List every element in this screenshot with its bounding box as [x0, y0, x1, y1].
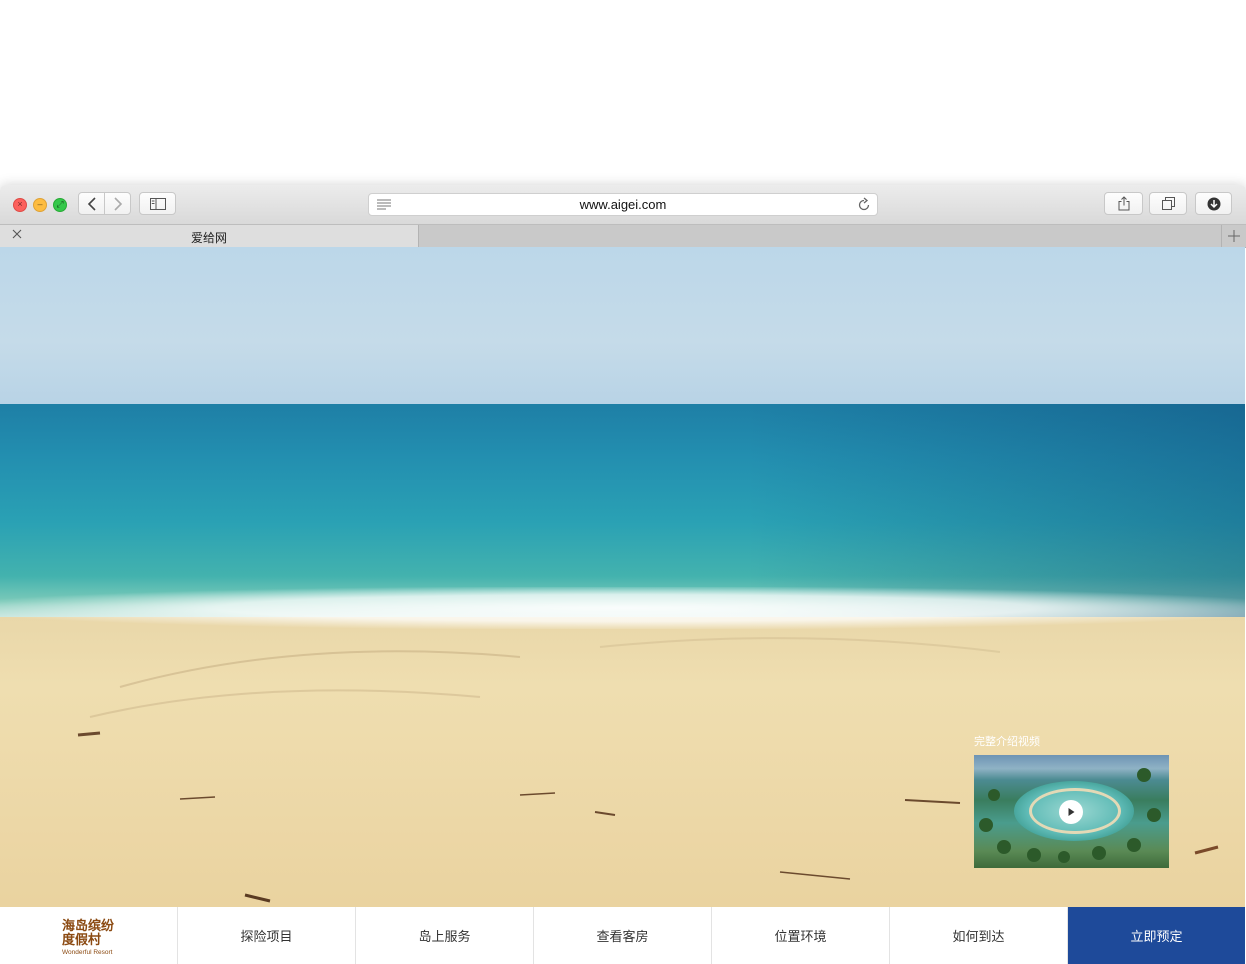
plus-icon [1228, 230, 1240, 242]
chevron-left-icon [87, 196, 96, 211]
downloads-button[interactable] [1195, 192, 1232, 215]
nav-adventure[interactable]: 探险项目 [178, 907, 356, 964]
chevron-right-icon [113, 196, 122, 211]
back-button[interactable] [78, 192, 105, 215]
nav-location[interactable]: 位置环境 [712, 907, 890, 964]
play-icon [1068, 808, 1075, 816]
nav-directions[interactable]: 如何到达 [890, 907, 1068, 964]
browser-window: × – ⤢ www.aigei.com 爱给网 完整介绍视频 海岛缤纷度假村 W… [0, 185, 1246, 964]
close-icon[interactable] [11, 228, 23, 240]
nav-rooms[interactable]: 查看客房 [534, 907, 712, 964]
tab-bar: 爱给网 [0, 225, 1246, 248]
window-maximize-button[interactable]: ⤢ [53, 198, 67, 212]
page-content: 完整介绍视频 海岛缤纷度假村 Wonderful Resort 探险项目 岛上服 [0, 247, 1245, 964]
logo-name-cn: 海岛缤纷度假村 [62, 918, 115, 947]
play-button[interactable] [1059, 800, 1083, 824]
resort-logo[interactable]: 海岛缤纷度假村 Wonderful Resort [0, 907, 178, 964]
nav-island-services[interactable]: 岛上服务 [356, 907, 534, 964]
browser-toolbar: × – ⤢ www.aigei.com [0, 185, 1246, 225]
reload-icon[interactable] [857, 197, 871, 212]
tab-title: 爱给网 [191, 231, 228, 245]
sidebar-button[interactable] [139, 192, 176, 215]
sidebar-icon [149, 197, 166, 210]
intro-video-thumbnail[interactable] [974, 755, 1169, 868]
share-button[interactable] [1104, 192, 1143, 215]
download-icon [1207, 197, 1220, 210]
share-icon [1118, 196, 1129, 211]
hero-sky [0, 247, 1245, 405]
tab-aigei[interactable]: 爱给网 [0, 225, 419, 247]
book-now-button[interactable]: 立即预定 [1068, 907, 1245, 964]
forward-button[interactable] [104, 192, 131, 215]
tab-overview-button[interactable] [1149, 192, 1187, 215]
url-text[interactable]: www.aigei.com [369, 194, 877, 215]
wave-foam [0, 587, 1245, 629]
address-bar[interactable]: www.aigei.com [368, 193, 878, 216]
bottom-nav: 海岛缤纷度假村 Wonderful Resort 探险项目 岛上服务 查看客房 … [0, 907, 1245, 964]
video-label[interactable]: 完整介绍视频 [974, 733, 1040, 749]
window-close-button[interactable]: × [13, 198, 27, 212]
window-minimize-button[interactable]: – [33, 198, 47, 212]
new-tab-button[interactable] [1221, 225, 1246, 247]
tabs-icon [1161, 197, 1175, 210]
logo-name-en: Wonderful Resort [62, 949, 113, 956]
